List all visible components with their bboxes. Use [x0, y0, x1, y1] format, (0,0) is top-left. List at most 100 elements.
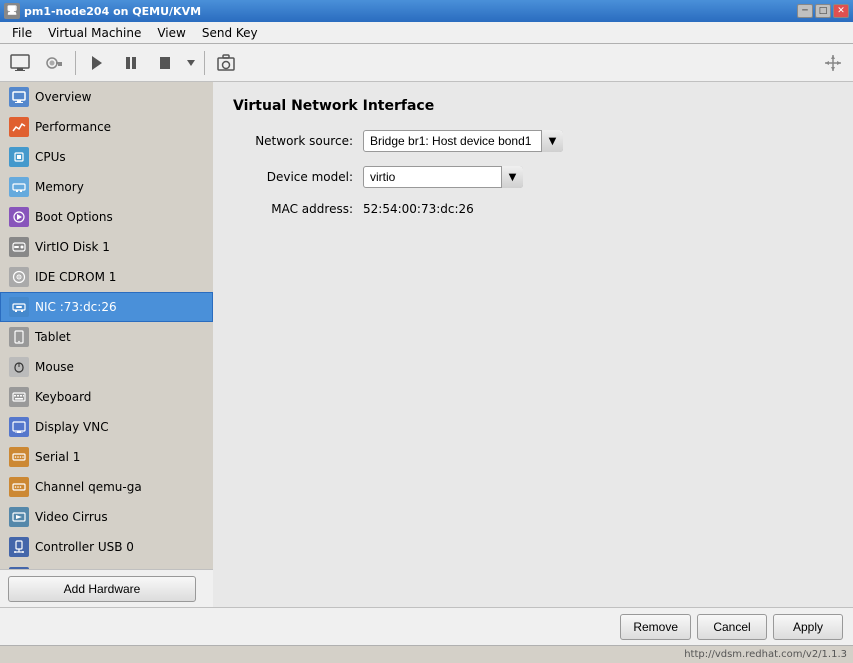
menu-virtual-machine[interactable]: Virtual Machine: [40, 24, 149, 42]
serial-1-icon: [9, 447, 29, 467]
remove-button[interactable]: Remove: [620, 614, 691, 640]
add-hardware-bar: Add Hardware: [0, 569, 213, 607]
sidebar-item-cpus[interactable]: CPUs: [0, 142, 213, 172]
content-title: Virtual Network Interface: [233, 98, 833, 114]
sidebar-item-video-cirrus[interactable]: Video Cirrus: [0, 502, 213, 532]
sidebar-item-serial-1[interactable]: Serial 1: [0, 442, 213, 472]
network-source-select[interactable]: Bridge br1: Host device bond1Bridge br0:…: [363, 130, 563, 152]
monitor-icon: [10, 54, 30, 72]
sidebar-item-label-tablet: Tablet: [35, 330, 71, 344]
mac-address-row: MAC address: 52:54:00:73:dc:26: [233, 202, 833, 216]
sidebar-item-memory[interactable]: Memory: [0, 172, 213, 202]
ide-cdrom-1-icon: [9, 267, 29, 287]
play-icon: [90, 55, 104, 71]
sidebar-item-label-channel-qemu-ga: Channel qemu-ga: [35, 480, 142, 494]
device-model-wrapper: virtioe1000rtl8139vmxnet3 ▼: [363, 166, 523, 188]
sidebar-item-label-memory: Memory: [35, 180, 84, 194]
menu-file[interactable]: File: [4, 24, 40, 42]
titlebar-controls: ─ □ ✕: [797, 4, 849, 18]
sidebar-item-mouse[interactable]: Mouse: [0, 352, 213, 382]
sidebar-item-label-cpus: CPUs: [35, 150, 66, 164]
sidebar-item-nic[interactable]: NIC :73:dc:26: [0, 292, 213, 322]
sidebar-item-label-display-vnc: Display VNC: [35, 420, 109, 434]
bottom-bar: Remove Cancel Apply: [0, 607, 853, 645]
menu-send-key[interactable]: Send Key: [194, 24, 266, 42]
content-panel: Virtual Network Interface Network source…: [213, 82, 853, 607]
sidebar-wrapper: Overview Performance CPUs Memory Boot Option…: [0, 82, 213, 607]
tablet-icon: [9, 327, 29, 347]
titlebar-title: pm1-node204 on QEMU/KVM: [24, 5, 797, 18]
add-hardware-button[interactable]: Add Hardware: [8, 576, 196, 602]
sidebar-item-display-vnc[interactable]: Display VNC: [0, 412, 213, 442]
sidebar-item-ide-cdrom-1[interactable]: IDE CDROM 1: [0, 262, 213, 292]
stop-icon: [158, 55, 172, 71]
move-icon: [824, 54, 842, 72]
cancel-button[interactable]: Cancel: [697, 614, 767, 640]
mouse-icon: [9, 357, 29, 377]
toolbar-monitor-button[interactable]: [4, 48, 36, 78]
sidebar-item-label-overview: Overview: [35, 90, 92, 104]
mac-address-value: 52:54:00:73:dc:26: [363, 202, 474, 216]
toolbar-play-button[interactable]: [81, 48, 113, 78]
sidebar: Overview Performance CPUs Memory Boot Option…: [0, 82, 213, 569]
keyboard-icon: [9, 387, 29, 407]
network-source-row: Network source: Bridge br1: Host device …: [233, 130, 833, 152]
device-model-label: Device model:: [233, 170, 363, 184]
display-vnc-icon: [9, 417, 29, 437]
channel-qemu-ga-icon: [9, 477, 29, 497]
sidebar-item-boot-options[interactable]: Boot Options: [0, 202, 213, 232]
performance-icon: [9, 117, 29, 137]
sidebar-item-label-virtio-disk-1: VirtIO Disk 1: [35, 240, 110, 254]
sidebar-item-performance[interactable]: Performance: [0, 112, 213, 142]
toolbar-snapshot-button[interactable]: [210, 48, 242, 78]
pause-icon: [124, 55, 138, 71]
sidebar-item-label-boot-options: Boot Options: [35, 210, 113, 224]
network-source-label: Network source:: [233, 134, 363, 148]
toolbar-key-button[interactable]: [38, 48, 70, 78]
toolbar-separator-2: [204, 51, 205, 75]
apply-button[interactable]: Apply: [773, 614, 843, 640]
device-model-select[interactable]: virtioe1000rtl8139vmxnet3: [363, 166, 523, 188]
video-cirrus-icon: [9, 507, 29, 527]
toolbar-pause-button[interactable]: [115, 48, 147, 78]
sidebar-item-overview[interactable]: Overview: [0, 82, 213, 112]
sidebar-item-controller-pci-0[interactable]: Controller PCI 0: [0, 562, 213, 569]
menu-view[interactable]: View: [149, 24, 193, 42]
menubar: File Virtual Machine View Send Key: [0, 22, 853, 44]
toolbar-separator-1: [75, 51, 76, 75]
overview-icon: [9, 87, 29, 107]
sidebar-item-keyboard[interactable]: Keyboard: [0, 382, 213, 412]
sidebar-item-label-keyboard: Keyboard: [35, 390, 91, 404]
network-source-wrapper: Bridge br1: Host device bond1Bridge br0:…: [363, 130, 563, 152]
chevron-down-icon: [187, 60, 195, 66]
sidebar-item-label-video-cirrus: Video Cirrus: [35, 510, 108, 524]
sidebar-item-label-mouse: Mouse: [35, 360, 74, 374]
sidebar-item-controller-usb-0[interactable]: Controller USB 0: [0, 532, 213, 562]
boot-options-icon: [9, 207, 29, 227]
key-icon: [44, 53, 64, 73]
toolbar-stop-button[interactable]: [149, 48, 181, 78]
sidebar-item-label-serial-1: Serial 1: [35, 450, 80, 464]
sidebar-item-label-controller-usb-0: Controller USB 0: [35, 540, 134, 554]
statusbar-text: http://vdsm.redhat.com/v2/1.1.3: [684, 649, 847, 660]
titlebar: 🖥 pm1-node204 on QEMU/KVM ─ □ ✕: [0, 0, 853, 22]
sidebar-item-label-nic: NIC :73:dc:26: [35, 300, 117, 314]
titlebar-icon: 🖥: [4, 3, 20, 19]
device-model-row: Device model: virtioe1000rtl8139vmxnet3 …: [233, 166, 833, 188]
nic-icon: [9, 297, 29, 317]
sidebar-item-label-ide-cdrom-1: IDE CDROM 1: [35, 270, 116, 284]
virtio-disk-1-icon: [9, 237, 29, 257]
memory-icon: [9, 177, 29, 197]
maximize-button[interactable]: □: [815, 4, 831, 18]
sidebar-item-channel-qemu-ga[interactable]: Channel qemu-ga: [0, 472, 213, 502]
mac-address-label: MAC address:: [233, 202, 363, 216]
toolbar: [0, 44, 853, 82]
statusbar: http://vdsm.redhat.com/v2/1.1.3: [0, 645, 853, 663]
toolbar-dropdown-button[interactable]: [183, 48, 199, 78]
minimize-button[interactable]: ─: [797, 4, 813, 18]
close-button[interactable]: ✕: [833, 4, 849, 18]
toolbar-move-button[interactable]: [817, 48, 849, 78]
sidebar-item-virtio-disk-1[interactable]: VirtIO Disk 1: [0, 232, 213, 262]
controller-usb-0-icon: [9, 537, 29, 557]
sidebar-item-tablet[interactable]: Tablet: [0, 322, 213, 352]
